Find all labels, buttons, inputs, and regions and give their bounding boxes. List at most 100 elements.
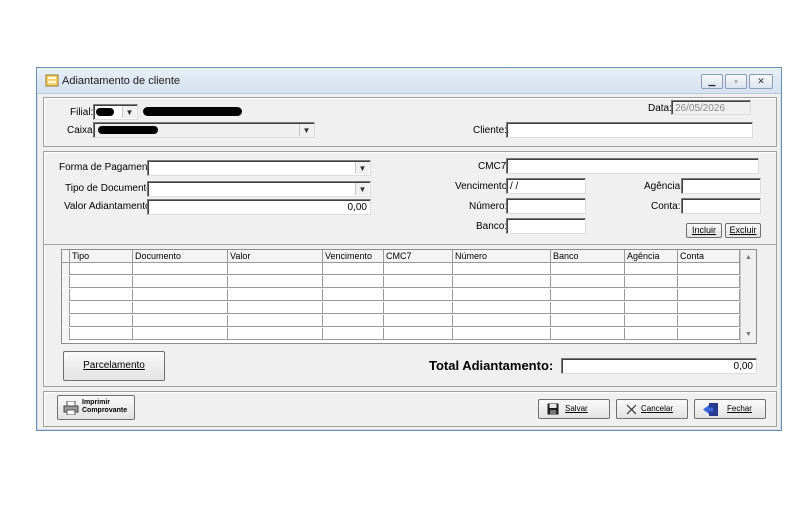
table-cell[interactable] [133,328,228,340]
column-header[interactable]: Banco [551,250,625,263]
table-cell[interactable] [70,328,133,340]
table-cell[interactable] [70,263,133,275]
table-cell[interactable] [551,328,625,340]
table-cell[interactable] [453,263,551,275]
table-cell[interactable] [625,328,678,340]
scroll-up-icon[interactable]: ▲ [742,251,755,264]
table-cell[interactable] [323,302,384,314]
row-indicator[interactable] [62,302,70,314]
table-row[interactable] [62,315,740,327]
table-cell[interactable] [323,263,384,275]
table-cell[interactable] [133,276,228,288]
table-cell[interactable] [384,289,453,301]
agencia-input[interactable] [681,178,761,194]
column-header[interactable]: Agência [625,250,678,263]
caixa-select[interactable]: ▼ [93,122,315,138]
table-row[interactable] [62,263,740,275]
table-cell[interactable] [551,315,625,327]
table-cell[interactable] [228,328,323,340]
table-cell[interactable] [678,263,740,275]
cancelar-button[interactable]: Cancelar [616,399,688,419]
table-cell[interactable] [384,302,453,314]
cliente-input[interactable] [506,122,753,138]
banco-input[interactable] [506,218,586,234]
close-button[interactable]: ✕ [749,74,773,89]
filial-select[interactable]: ▼ [93,104,138,120]
column-header[interactable]: CMC7 [384,250,453,263]
column-header[interactable]: Documento [133,250,228,263]
forma-pagamento-select[interactable]: ▼ [147,160,371,176]
data-field[interactable]: 26/05/2026 [671,100,751,115]
conta-input[interactable] [681,198,761,214]
table-cell[interactable] [384,263,453,275]
table-cell[interactable] [625,276,678,288]
table-cell[interactable] [70,315,133,327]
table-cell[interactable] [323,315,384,327]
parcelamento-button[interactable]: Parcelamento [63,351,165,381]
column-header[interactable]: Número [453,250,551,263]
table-cell[interactable] [70,289,133,301]
table-row[interactable] [62,289,740,301]
table-cell[interactable] [453,276,551,288]
table-cell[interactable] [625,315,678,327]
table-cell[interactable] [228,276,323,288]
table-cell[interactable] [228,315,323,327]
table-cell[interactable] [678,289,740,301]
incluir-button[interactable]: Incluir [686,223,722,238]
imprimir-comprovante-button[interactable]: Imprimir Comprovante [57,395,135,420]
row-indicator[interactable] [62,328,70,340]
table-cell[interactable] [323,328,384,340]
salvar-button[interactable]: Salvar [538,399,610,419]
table-cell[interactable] [453,328,551,340]
table-cell[interactable] [678,315,740,327]
column-header[interactable]: Tipo [70,250,133,263]
table-cell[interactable] [551,276,625,288]
table-cell[interactable] [453,302,551,314]
table-row[interactable] [62,276,740,288]
table-cell[interactable] [384,328,453,340]
title-bar[interactable]: Adiantamento de cliente ▁ ▫ ✕ [37,68,781,94]
tipo-documento-select[interactable]: ▼ [147,181,371,197]
table-cell[interactable] [678,302,740,314]
table-cell[interactable] [551,302,625,314]
table-cell[interactable] [625,302,678,314]
table-cell[interactable] [384,315,453,327]
table-row[interactable] [62,302,740,314]
table-cell[interactable] [228,302,323,314]
valor-adiantamento-input[interactable]: 0,00 [147,199,371,215]
column-header[interactable]: Conta [678,250,740,263]
row-indicator[interactable] [62,276,70,288]
table-cell[interactable] [133,302,228,314]
grid-scrollbar[interactable]: ▲ ▼ [740,250,756,343]
table-cell[interactable] [70,302,133,314]
table-row[interactable] [62,328,740,340]
table-cell[interactable] [625,289,678,301]
adiantamento-grid[interactable]: Tipo Documento Valor Vencimento CMC7 Núm… [61,249,757,344]
table-cell[interactable] [70,276,133,288]
table-cell[interactable] [678,328,740,340]
table-cell[interactable] [453,315,551,327]
numero-input[interactable] [506,198,586,214]
maximize-button[interactable]: ▫ [725,74,747,89]
fechar-button[interactable]: Fechar [694,399,766,419]
cmc7-input[interactable] [506,158,759,174]
vencimento-input[interactable]: / / [506,178,586,194]
table-cell[interactable] [133,289,228,301]
table-cell[interactable] [133,315,228,327]
column-header[interactable]: Valor [228,250,323,263]
excluir-button[interactable]: Excluir [725,223,761,238]
table-cell[interactable] [323,276,384,288]
table-cell[interactable] [228,289,323,301]
row-indicator[interactable] [62,263,70,275]
row-indicator[interactable] [62,315,70,327]
table-cell[interactable] [453,289,551,301]
table-cell[interactable] [625,263,678,275]
table-cell[interactable] [384,276,453,288]
table-cell[interactable] [133,263,228,275]
table-cell[interactable] [228,263,323,275]
table-cell[interactable] [551,263,625,275]
row-indicator[interactable] [62,289,70,301]
minimize-button[interactable]: ▁ [701,74,723,89]
table-cell[interactable] [323,289,384,301]
table-cell[interactable] [678,276,740,288]
